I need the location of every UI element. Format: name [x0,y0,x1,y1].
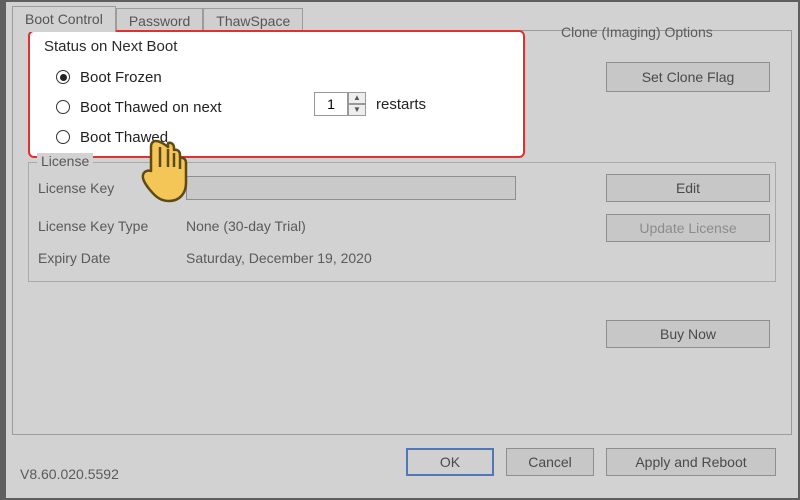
license-key-label: License Key [38,180,114,196]
radio-icon [56,100,70,114]
restarts-input[interactable]: 1 [314,92,348,116]
spinner-down-icon[interactable]: ▼ [348,104,366,116]
expiry-date-value: Saturday, December 19, 2020 [186,250,372,266]
edit-button[interactable]: Edit [606,174,770,202]
group-status-next-boot: Status on Next Boot Boot Frozen Boot Tha… [28,30,525,158]
license-key-input[interactable] [186,176,516,200]
ok-button[interactable]: OK [406,448,494,476]
restarts-label: restarts [376,96,426,113]
radio-icon [56,130,70,144]
group-clone-legend: Clone (Imaging) Options [561,24,713,40]
apply-reboot-button[interactable]: Apply and Reboot [606,448,776,476]
expiry-date-label: Expiry Date [38,250,110,266]
update-license-button[interactable]: Update License [606,214,770,242]
license-key-type-label: License Key Type [38,218,148,234]
set-clone-flag-button[interactable]: Set Clone Flag [606,62,770,92]
spinner-up-icon[interactable]: ▲ [348,92,366,104]
version-label: V8.60.020.5592 [20,466,119,482]
tab-boot-control[interactable]: Boot Control [12,6,116,32]
radio-label: Boot Thawed on next [80,99,222,116]
radio-boot-frozen[interactable]: Boot Frozen [56,62,222,92]
group-status-legend: Status on Next Boot [44,38,177,55]
radio-label: Boot Thawed [80,129,168,146]
dialog-window: Boot Control Password ThawSpace Status o… [0,0,800,500]
cancel-button[interactable]: Cancel [506,448,594,476]
radio-boot-thawed-next[interactable]: Boot Thawed on next [56,92,222,122]
radio-icon [56,70,70,84]
radio-boot-thawed[interactable]: Boot Thawed [56,122,222,152]
tab-thawspace[interactable]: ThawSpace [203,8,303,32]
tab-password[interactable]: Password [116,8,203,32]
buy-now-button[interactable]: Buy Now [606,320,770,348]
group-license-legend: License [37,153,93,169]
radio-label: Boot Frozen [80,69,162,86]
license-key-type-value: None (30-day Trial) [186,218,306,234]
